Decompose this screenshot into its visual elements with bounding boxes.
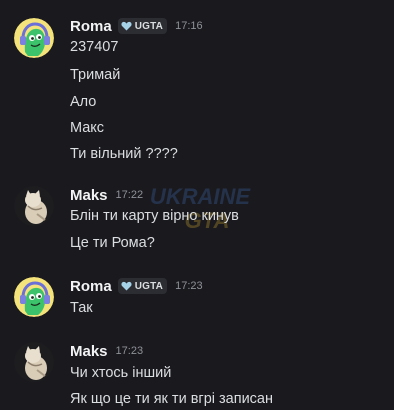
- timestamp[interactable]: 17:22: [116, 189, 144, 201]
- username[interactable]: Roma: [70, 18, 112, 35]
- green-creature-headphones-avatar-icon: [14, 18, 54, 58]
- guild-tag-badge[interactable]: UGTA: [117, 18, 168, 34]
- message-text[interactable]: Чи хтось інший: [70, 364, 171, 382]
- heart-icon: [121, 281, 132, 291]
- heart-icon: [121, 21, 132, 31]
- timestamp[interactable]: 17:16: [175, 20, 203, 32]
- message-header: Roma UGTA 17:16: [70, 17, 203, 35]
- badge-label: UGTA: [134, 280, 164, 292]
- username[interactable]: Roma: [70, 278, 112, 295]
- chat-message-list: UKRAINE GTA Roma UGTA 17:16 237407 Трима…: [0, 0, 394, 410]
- timestamp[interactable]: 17:23: [116, 345, 144, 357]
- roma-avatar[interactable]: [14, 18, 54, 58]
- message-header: Maks 17:22: [70, 186, 143, 204]
- watermark-line1: UKRAINE: [150, 184, 252, 209]
- timestamp[interactable]: 17:23: [175, 280, 203, 292]
- roma-avatar[interactable]: [14, 277, 54, 317]
- message-header: Roma UGTA 17:23: [70, 277, 203, 295]
- message-text[interactable]: Це ти Рома?: [70, 234, 155, 252]
- username[interactable]: Maks: [70, 187, 108, 204]
- white-cat-avatar-icon: [14, 186, 54, 226]
- message-text[interactable]: Як що це ти як ти вгрі записан: [70, 390, 273, 408]
- message-header: Maks 17:23: [70, 342, 143, 360]
- message-text[interactable]: Блін ти карту вірно кинув: [70, 207, 239, 225]
- message-text[interactable]: Тримай: [70, 66, 120, 84]
- message-text[interactable]: Ало: [70, 93, 96, 111]
- badge-label: UGTA: [134, 20, 164, 32]
- guild-tag-badge[interactable]: UGTA: [117, 278, 168, 294]
- maks-avatar[interactable]: [14, 342, 54, 382]
- green-creature-headphones-avatar-icon: [14, 277, 54, 317]
- maks-avatar[interactable]: [14, 186, 54, 226]
- message-text[interactable]: Так: [70, 299, 93, 317]
- username[interactable]: Maks: [70, 343, 108, 360]
- message-text[interactable]: Макс: [70, 119, 104, 137]
- white-cat-avatar-icon: [14, 342, 54, 382]
- message-text[interactable]: 237407: [70, 38, 118, 56]
- message-text[interactable]: Ти вільний ????: [70, 145, 178, 163]
